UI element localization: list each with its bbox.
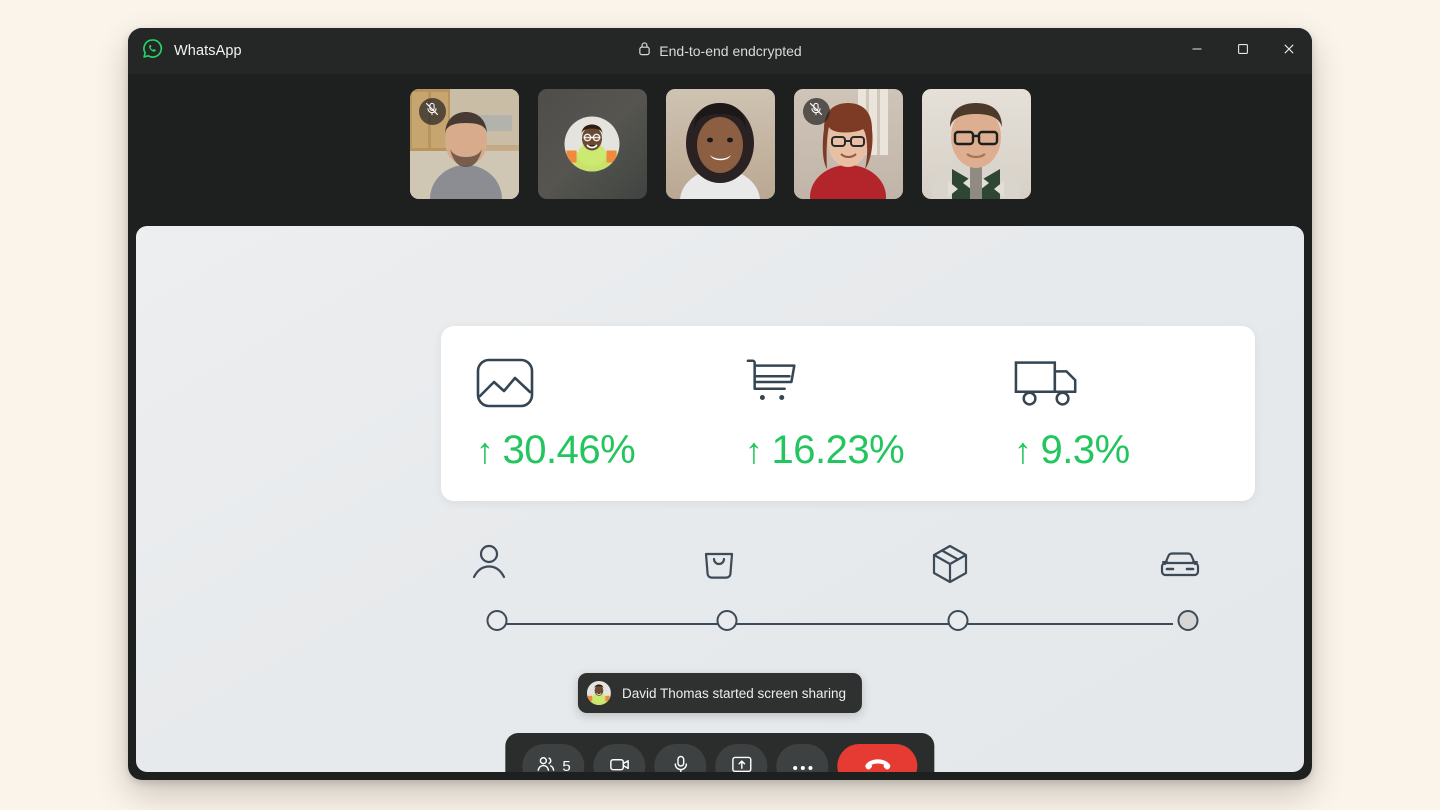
shared-screen-stage: ↑ 30.46% ↑ 16.23% ↑ 9.3% David Thomas st…	[136, 226, 1304, 772]
metric-value-group: ↑ 16.23%	[745, 428, 986, 473]
camera-button[interactable]	[593, 744, 646, 772]
stepper-icons	[136, 544, 1304, 592]
stepper-track	[489, 623, 1173, 625]
trend-up-arrow-icon: ↑	[476, 430, 494, 471]
participant-thumbnail-5[interactable]	[921, 89, 1031, 199]
call-control-bar: 5	[505, 733, 935, 773]
end-call-icon	[864, 757, 891, 773]
minimize-button[interactable]	[1174, 28, 1220, 74]
lock-icon	[638, 41, 651, 61]
window-controls	[1174, 28, 1312, 74]
chart-image-icon	[476, 354, 717, 412]
close-button[interactable]	[1266, 28, 1312, 74]
metrics-card: ↑ 30.46% ↑ 16.23% ↑ 9.3%	[441, 326, 1255, 501]
encryption-label: End-to-end endcrypted	[659, 43, 802, 59]
metric-cart: ↑ 16.23%	[717, 326, 986, 501]
metric-visits: ↑ 30.46%	[441, 326, 717, 501]
screen-share-toast: David Thomas started screen sharing	[577, 673, 863, 713]
more-options-button[interactable]	[776, 744, 829, 773]
stepper-node-3[interactable]	[947, 610, 969, 631]
mic-off-badge	[802, 98, 830, 125]
car-icon	[1160, 550, 1200, 585]
minimize-icon	[1191, 42, 1203, 60]
titlebar: WhatsApp End-to-end endcrypted	[128, 28, 1312, 74]
toast-message: David Thomas started screen sharing	[621, 685, 847, 701]
avatar	[586, 681, 611, 705]
encryption-indicator: End-to-end endcrypted	[128, 28, 1312, 74]
metric-value: 9.3%	[1040, 428, 1131, 472]
share-screen-button[interactable]	[715, 744, 768, 772]
avatar	[564, 116, 620, 172]
stepper-node-4[interactable]	[1177, 610, 1199, 631]
participant-thumbnail-4[interactable]	[793, 89, 903, 199]
share-screen-icon	[731, 755, 752, 772]
end-call-button[interactable]	[837, 744, 918, 773]
video-feed	[665, 89, 775, 199]
people-icon	[536, 755, 555, 772]
participants-button[interactable]: 5	[522, 744, 585, 773]
microphone-button[interactable]	[654, 744, 707, 772]
participant-thumbnail-1[interactable]	[409, 89, 519, 199]
microphone-icon	[671, 755, 690, 772]
participant-thumbnail-2[interactable]	[537, 89, 647, 199]
order-stepper	[136, 536, 1304, 646]
package-box-icon	[931, 544, 969, 589]
participant-thumbnail-3[interactable]	[665, 89, 775, 199]
whatsapp-logo-icon	[142, 38, 163, 64]
metric-value-group: ↑ 30.46%	[476, 428, 717, 473]
mic-off-icon	[809, 102, 823, 121]
person-icon	[472, 544, 506, 585]
trend-up-arrow-icon: ↑	[745, 430, 763, 471]
shopping-bag-icon	[702, 546, 736, 585]
maximize-icon	[1237, 42, 1249, 60]
metric-value: 30.46%	[502, 428, 636, 472]
stepper-node-2[interactable]	[716, 610, 738, 631]
maximize-button[interactable]	[1220, 28, 1266, 74]
metric-delivery: ↑ 9.3%	[986, 326, 1255, 501]
mic-off-badge	[418, 98, 446, 125]
ellipsis-icon	[792, 759, 813, 773]
video-camera-icon	[609, 754, 630, 772]
trend-up-arrow-icon: ↑	[1014, 430, 1032, 471]
delivery-truck-icon	[1014, 354, 1255, 412]
mic-off-icon	[425, 102, 439, 121]
stepper-node-1[interactable]	[486, 610, 508, 631]
close-icon	[1283, 42, 1295, 60]
app-title: WhatsApp	[174, 43, 242, 59]
metric-value-group: ↑ 9.3%	[1014, 428, 1255, 473]
participant-count: 5	[562, 757, 571, 773]
shopping-cart-icon	[745, 354, 986, 412]
whatsapp-window: WhatsApp End-to-end endcrypted ↑ 30.46% …	[128, 28, 1312, 780]
participant-strip	[128, 74, 1312, 214]
video-feed	[921, 89, 1031, 199]
metric-value: 16.23%	[771, 428, 905, 472]
app-brand: WhatsApp	[128, 38, 242, 64]
